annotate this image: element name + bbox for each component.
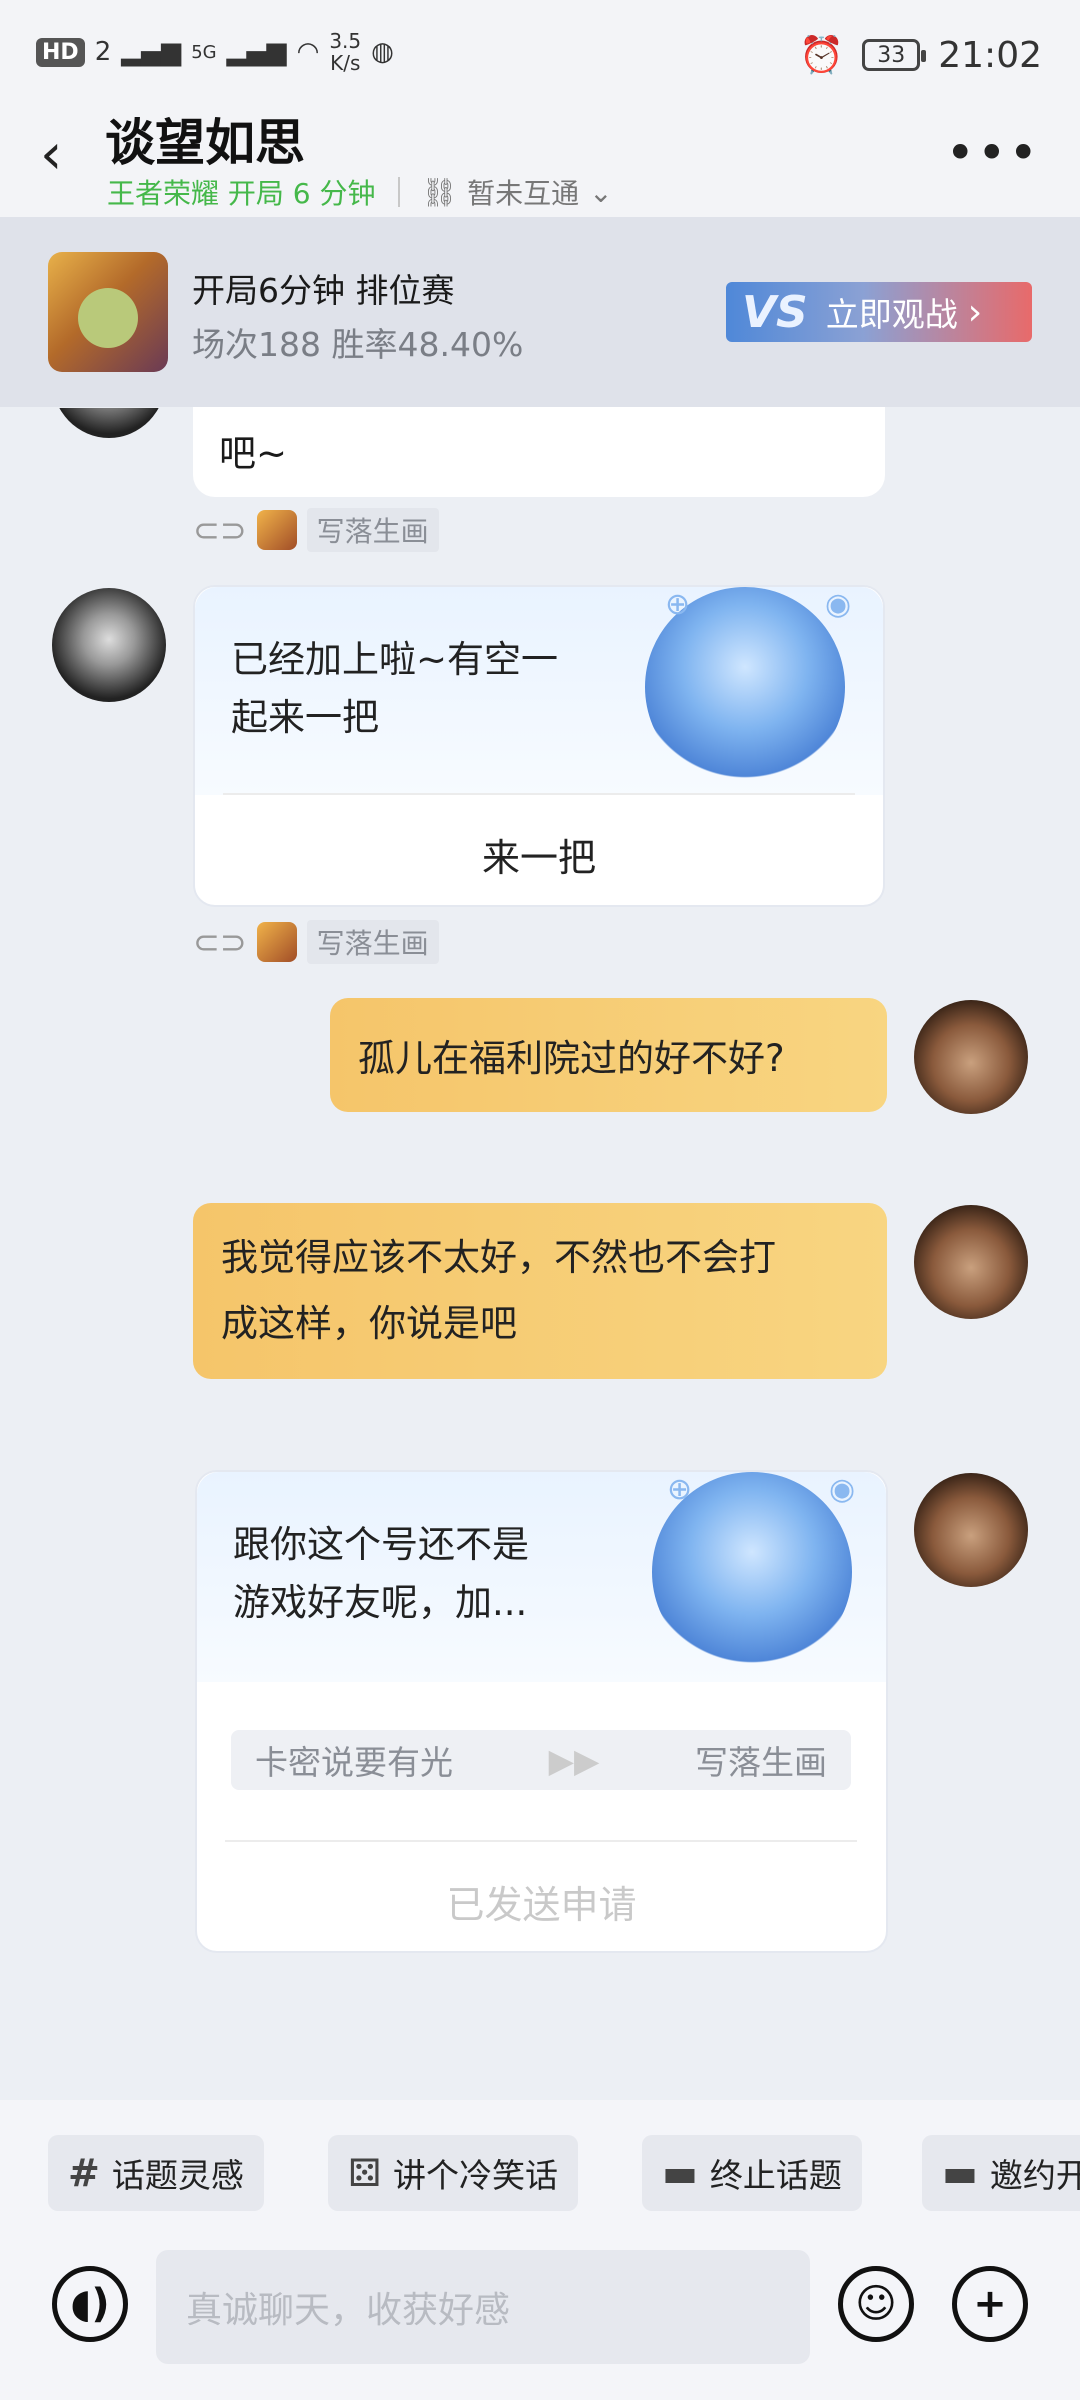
battery-icon: 33 [862, 39, 927, 71]
game-status: 王者荣耀 开局 6 分钟 [107, 177, 376, 210]
message-bubble: 吧~ [193, 407, 885, 497]
message-text: 成这样，你说是吧 [221, 1302, 517, 1345]
unlink-icon: ⛓ [421, 175, 458, 209]
link-status-toggle[interactable]: ⛓ 暂未互通 ⌄ [422, 172, 613, 212]
add-icon: ⊕ [667, 1472, 693, 1507]
message-source-tag: ⊂⊃ 写落生画 [193, 920, 439, 964]
more-icon[interactable]: ••• [946, 128, 1040, 178]
group-icon: ◉ [825, 587, 852, 622]
joke-chip[interactable]: ⚄ 讲个冷笑话 [328, 2135, 579, 2211]
card-text: 已经加上啦~有空一 起来一把 [231, 638, 559, 739]
dice-icon: ⚄ [348, 2151, 382, 2195]
avatar[interactable] [914, 1473, 1028, 1587]
emoji-icon[interactable]: ☺ [838, 2266, 914, 2342]
plus-icon[interactable]: + [952, 2266, 1028, 2342]
network-speed: 3.5 K/s [329, 29, 362, 75]
message-bubble: 孤儿在福利院过的好不好? [330, 998, 887, 1112]
match-stats: 场次188 胜率48.40% [192, 325, 524, 364]
voice-input-icon[interactable]: ◖) [52, 2266, 128, 2342]
chip-label: 话题灵感 [111, 2156, 244, 2195]
friend-request-card: ⊕ ◉ 跟你这个号还不是 游戏好友呢，加... 卡密说要有光 ▶▶ 写落生画 已… [195, 1470, 888, 1953]
avatar[interactable] [52, 588, 166, 702]
chip-label: 终止话题 [709, 2156, 842, 2195]
group-icon: ◉ [829, 1472, 856, 1507]
message-source-tag: ⊂⊃ 写落生画 [193, 508, 439, 552]
tag-label: 写落生画 [306, 508, 439, 552]
clock: 21:02 [938, 34, 1042, 76]
chevron-right-icon: › [967, 291, 983, 333]
chat-bubble-icon: ▬ [942, 2151, 978, 2195]
chip-label: 邀约开 [989, 2156, 1080, 2195]
match-title: 开局6分钟 排位赛 [192, 271, 455, 310]
chevron-down-icon: ⌄ [589, 175, 613, 209]
signal-5g-icon: 5G [191, 41, 217, 63]
contact-name: 谈望如思 [105, 114, 305, 172]
end-topic-chip[interactable]: ▬ 终止话题 [642, 2135, 862, 2211]
chat-bubble-icon: ▬ [662, 2151, 698, 2195]
status-left: HD 2 ▂▄▆ 5G ▂▄▆ ◠ 3.5 K/s ◍ [36, 30, 394, 74]
avatar[interactable] [914, 1000, 1028, 1114]
header-subline: 王者荣耀 开局 6 分钟 ⛓ 暂未互通 ⌄ [107, 172, 613, 212]
signal-icon-2: ▂▄▆ [226, 37, 287, 67]
back-icon[interactable]: ‹ [40, 120, 80, 190]
link-icon: ⊂⊃ [193, 923, 247, 961]
invite-card: ⊕ ◉ 已经加上啦~有空一 起来一把 来一把 [193, 585, 885, 907]
message-text: 孤儿在福利院过的好不好? [358, 1037, 785, 1080]
hd-badge: HD [36, 37, 85, 67]
link-status-label: 暂未互通 [467, 177, 580, 210]
hero-thumb [256, 510, 297, 550]
alarm-icon: ⏰ [799, 35, 845, 76]
message-bubble: 我觉得应该不太好，不然也不会打 成这样，你说是吧 [193, 1203, 887, 1379]
wifi-icon: ◠ [296, 37, 320, 67]
play-together-button[interactable]: 来一把 [195, 827, 883, 882]
chip-label: 讲个冷笑话 [393, 2156, 559, 2195]
link-icon: ⊂⊃ [193, 511, 247, 549]
card-text: 跟你这个号还不是 游戏好友呢，加... [233, 1523, 529, 1624]
watch-live-label: 立即观战 [825, 295, 958, 334]
message-text: 吧~ [219, 432, 288, 475]
sim-indicator: 2 [94, 37, 112, 67]
hero-thumb [256, 922, 297, 962]
message-input[interactable]: 真诚聊天，收获好感 [156, 2250, 810, 2364]
hero-avatar [48, 252, 168, 372]
avatar[interactable] [914, 1205, 1028, 1319]
divider [397, 177, 400, 207]
hashtag-icon: # [68, 2151, 100, 2195]
arrow-icon: ▶▶ [548, 1740, 600, 1780]
watch-live-button[interactable]: VS 立即观战 › [726, 282, 1032, 342]
request-sent-button: 已发送申请 [446, 1883, 637, 1927]
sender-name: 卡密说要有光 [255, 1743, 453, 1782]
message-text: 我觉得应该不太好，不然也不会打 [221, 1236, 776, 1279]
request-route: 卡密说要有光 ▶▶ 写落生画 [231, 1730, 851, 1790]
topic-idea-chip[interactable]: # 话题灵感 [48, 2135, 264, 2211]
invite-chip[interactable]: ▬ 邀约开 [922, 2135, 1080, 2211]
divider [223, 793, 855, 795]
app-notification-icon: ◍ [371, 37, 394, 67]
vs-icon: VS [742, 286, 808, 338]
receiver-name: 写落生画 [694, 1743, 827, 1782]
signal-icon: ▂▄▆ [121, 37, 182, 67]
add-icon: ⊕ [665, 587, 691, 622]
divider [225, 1840, 857, 1842]
tag-label: 写落生画 [306, 920, 439, 964]
status-right: ⏰ 33 21:02 [799, 34, 1042, 77]
